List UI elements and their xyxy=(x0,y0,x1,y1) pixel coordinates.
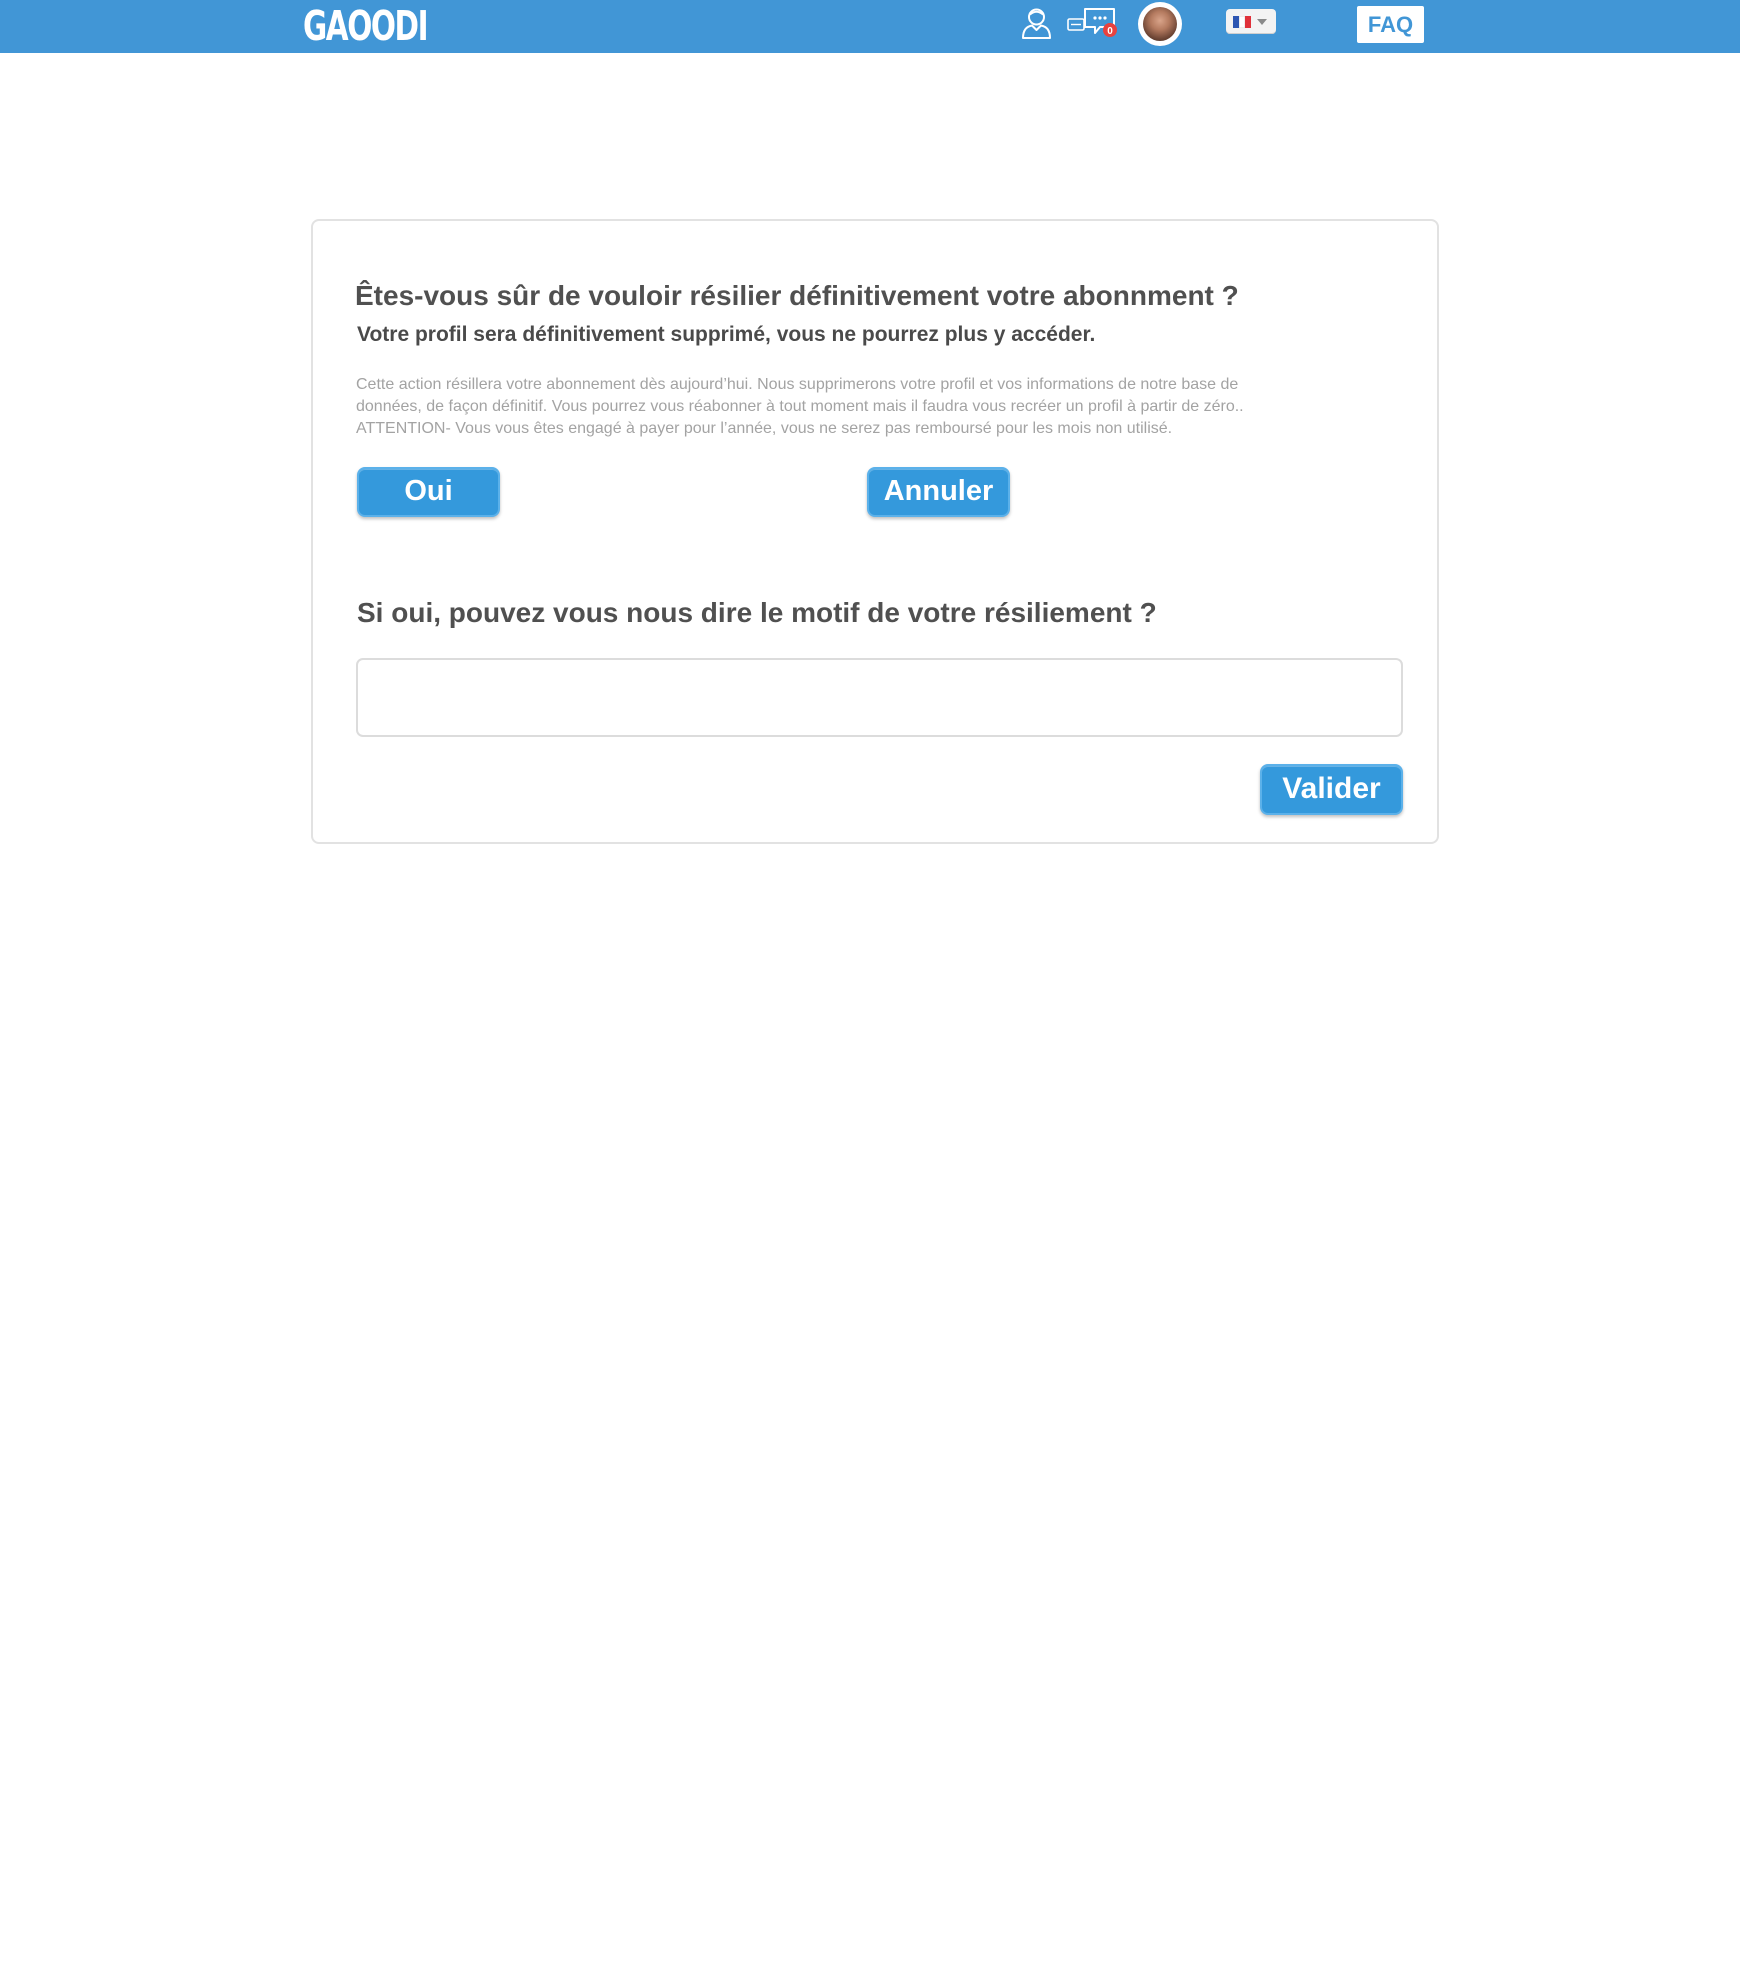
cancel-subscription-card xyxy=(311,219,1439,844)
reason-input[interactable] xyxy=(356,658,1403,737)
site-logo[interactable]: GAOODI xyxy=(303,2,429,50)
warning-line: Cette action résillera votre abonnement … xyxy=(356,376,1239,393)
chat-icon[interactable]: 0 xyxy=(1067,7,1119,39)
confirm-title: Êtes-vous sûr de vouloir résilier défini… xyxy=(355,280,1239,311)
notification-count: 0 xyxy=(1107,26,1113,37)
warning-line: données, de façon définitif. Vous pourre… xyxy=(356,398,1244,415)
yes-button[interactable]: Oui xyxy=(357,467,500,517)
cancel-button[interactable]: Annuler xyxy=(867,467,1010,517)
faq-button[interactable]: FAQ xyxy=(1357,6,1424,43)
avatar[interactable] xyxy=(1138,2,1182,46)
avatar-photo xyxy=(1143,7,1177,41)
language-selector[interactable] xyxy=(1226,9,1276,34)
france-flag-icon xyxy=(1233,16,1251,28)
submit-button[interactable]: Valider xyxy=(1260,764,1403,815)
confirm-subtitle: Votre profil sera définitivement supprim… xyxy=(357,323,1096,346)
reason-question: Si oui, pouvez vous nous dire le motif d… xyxy=(357,597,1157,628)
warning-text: Cette action résillera votre abonnement … xyxy=(356,374,1316,440)
chevron-down-icon xyxy=(1257,19,1267,25)
warning-line: ATTENTION- Vous vous êtes engagé à payer… xyxy=(356,420,1173,437)
top-navigation-bar: GAOODI 0 FAQ xyxy=(0,0,1740,53)
user-icon[interactable] xyxy=(1020,6,1053,40)
